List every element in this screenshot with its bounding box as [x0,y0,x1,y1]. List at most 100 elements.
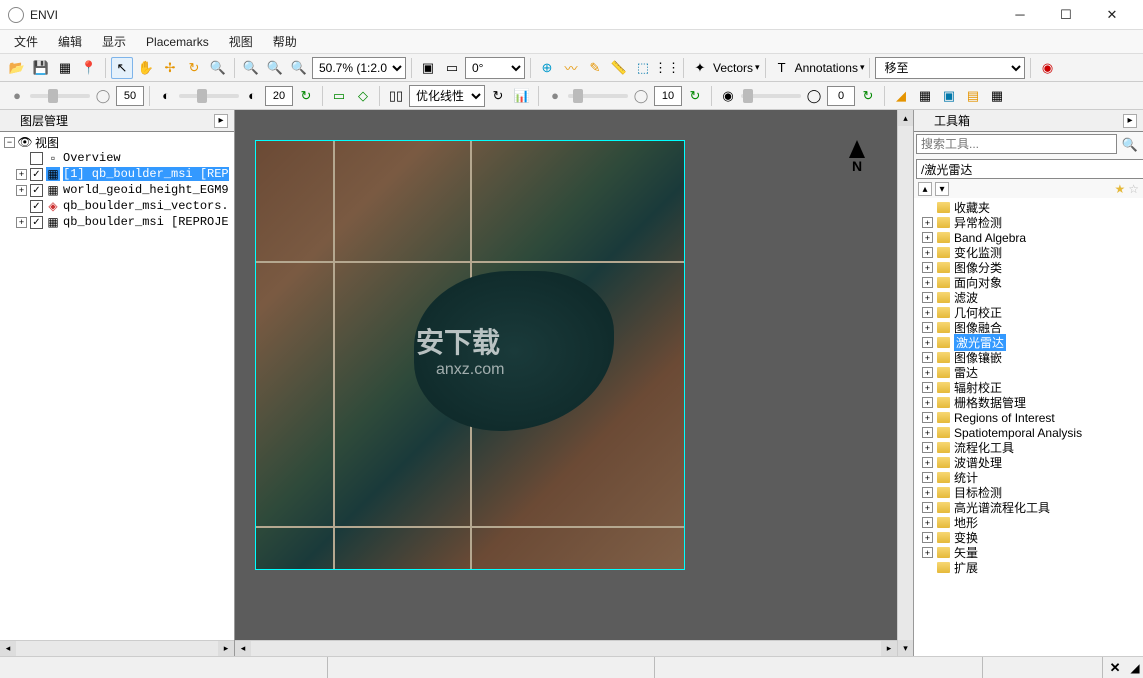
views-icon[interactable]: ▦ [986,85,1008,107]
expand-icon[interactable]: + [16,169,27,180]
tool-tree-item[interactable]: +目标检测 [916,485,1141,500]
tool-tree-item[interactable]: +统计 [916,470,1141,485]
expand-icon[interactable]: + [922,247,933,258]
profile-icon[interactable]: 〰 [560,57,582,79]
tree-root[interactable]: − 👁 视图 [2,134,232,150]
reset-sharpen-icon[interactable]: ↻ [684,85,706,107]
pin-icon[interactable]: 📍 [78,57,100,79]
tool-tree-item[interactable]: +滤波 [916,290,1141,305]
layer-qb-msi-reproj[interactable]: + ✓ ▦ qb_boulder_msi [REPROJE [2,214,232,230]
expand-icon[interactable]: + [922,487,933,498]
layer-overview[interactable]: ▫ Overview [2,150,232,166]
expand-icon[interactable]: + [922,442,933,453]
reset-trans-icon[interactable]: ↻ [857,85,879,107]
portal-icon[interactable]: ▦ [914,85,936,107]
menu-edit[interactable]: 编辑 [48,31,92,52]
tool-tree-item[interactable]: +雷达 [916,365,1141,380]
expand-icon[interactable]: + [922,382,933,393]
expand-icon[interactable]: + [16,185,27,196]
vectors-label[interactable]: Vectors [713,61,753,75]
menu-view[interactable]: 视图 [219,31,263,52]
search-input[interactable] [916,134,1117,154]
tool-tree-item[interactable]: +辐射校正 [916,380,1141,395]
sharpen-slider[interactable] [568,94,628,98]
tool-tree-item[interactable]: +几何校正 [916,305,1141,320]
tool-tree-item[interactable]: +异常检测 [916,215,1141,230]
roi-icon[interactable]: ⬚ [632,57,654,79]
window-icon[interactable]: ▣ [417,57,439,79]
map-canvas[interactable]: 安下载 anxz.com N [235,110,897,640]
sharpen-value[interactable] [654,86,682,106]
tool-tree-item[interactable]: +Spatiotemporal Analysis [916,425,1141,440]
minimize-button[interactable]: ─ [997,0,1043,30]
menu-file[interactable]: 文件 [4,31,48,52]
unfav-star-icon[interactable]: ☆ [1128,182,1139,196]
tool-tree-item[interactable]: +面向对象 [916,275,1141,290]
measure-icon[interactable]: 📏 [608,57,630,79]
nav-up-icon[interactable]: ▴ [918,182,932,196]
swipe-icon[interactable]: ◢ [890,85,912,107]
scatter-icon[interactable]: ⋮⋮ [656,57,678,79]
tool-tree-item[interactable]: +变化监测 [916,245,1141,260]
layer-geoid[interactable]: + ✓ ▦ world_geoid_height_EGM9 [2,182,232,198]
layer-tree[interactable]: − 👁 视图 ▫ Overview + ✓ ▦ [1] qb_boulder_m… [0,132,234,640]
expand-icon[interactable]: + [922,322,933,333]
resize-grip-icon[interactable]: ◢ [1127,657,1143,678]
fullextent-icon[interactable]: ▭ [441,57,463,79]
tool-tree-item[interactable]: +波谱处理 [916,455,1141,470]
status-close-icon[interactable]: ✕ [1103,657,1127,678]
tool-tree-item[interactable]: +激光雷达 [916,335,1141,350]
tool-tree-item[interactable]: +地形 [916,515,1141,530]
tool-tree-item[interactable]: +图像融合 [916,320,1141,335]
expand-icon[interactable]: + [922,427,933,438]
trans-value[interactable] [827,86,855,106]
menu-display[interactable]: 显示 [92,31,136,52]
tool-tree-item[interactable]: +栅格数据管理 [916,395,1141,410]
brightness-slider[interactable] [30,94,90,98]
histogram-icon[interactable]: 📊 [511,85,533,107]
stretch-bars-icon[interactable]: ▯▯ [385,85,407,107]
brightness-value[interactable] [116,86,144,106]
zoom-extent-icon[interactable]: 🔍 [240,57,262,79]
expand-icon[interactable]: + [922,277,933,288]
expand-icon[interactable]: + [922,547,933,558]
left-scrollbar-h[interactable]: ◂▸ [0,640,234,656]
expand-icon[interactable]: − [4,137,15,148]
tool-tree-item[interactable]: +变换 [916,530,1141,545]
tool-tree-item[interactable]: 扩展 [916,560,1141,575]
nav-down-icon[interactable]: ▾ [935,182,949,196]
canvas-scrollbar-v[interactable]: ▴▾ [897,110,913,656]
blend-icon[interactable]: ▣ [938,85,960,107]
extent-poly-icon[interactable]: ◇ [352,85,374,107]
annotations-label[interactable]: Annotations [795,61,858,75]
maximize-button[interactable]: ☐ [1043,0,1089,30]
checkbox[interactable]: ✓ [30,200,43,213]
contrast-value[interactable] [265,86,293,106]
expand-icon[interactable]: + [922,217,933,228]
expand-icon[interactable]: + [922,412,933,423]
expand-icon[interactable]: + [922,262,933,273]
checkbox[interactable] [30,152,43,165]
open-icon[interactable]: 📂 [6,57,28,79]
spectral-icon[interactable]: ✎ [584,57,606,79]
expand-icon[interactable]: + [922,517,933,528]
zoom-tool-icon[interactable]: 🔍 [207,57,229,79]
expand-icon[interactable]: + [16,217,27,228]
path-input[interactable] [916,159,1143,179]
pan-icon[interactable]: ✋ [135,57,157,79]
satellite-image[interactable]: 安下载 anxz.com [255,140,685,570]
fav-star-icon[interactable]: ★ [1114,182,1125,196]
expand-icon[interactable]: + [922,367,933,378]
collapse-left-icon[interactable]: ▸ [214,114,228,128]
tool-tree[interactable]: 收藏夹+异常检测+Band Algebra+变化监测+图像分类+面向对象+滤波+… [914,198,1143,656]
zoom-in-icon[interactable]: 🔍 [288,57,310,79]
rotate-icon[interactable]: ↻ [183,57,205,79]
zoom-out-icon[interactable]: 🔍 [264,57,286,79]
expand-icon[interactable]: + [922,502,933,513]
trans-slider[interactable] [741,94,801,98]
refresh-stretch-icon[interactable]: ↻ [487,85,509,107]
contrast-slider[interactable] [179,94,239,98]
rotation-select[interactable]: 0° [465,57,525,79]
zoom-select[interactable]: 50.7% (1:2.0.. [312,57,406,79]
menu-placemarks[interactable]: Placemarks [136,33,219,51]
